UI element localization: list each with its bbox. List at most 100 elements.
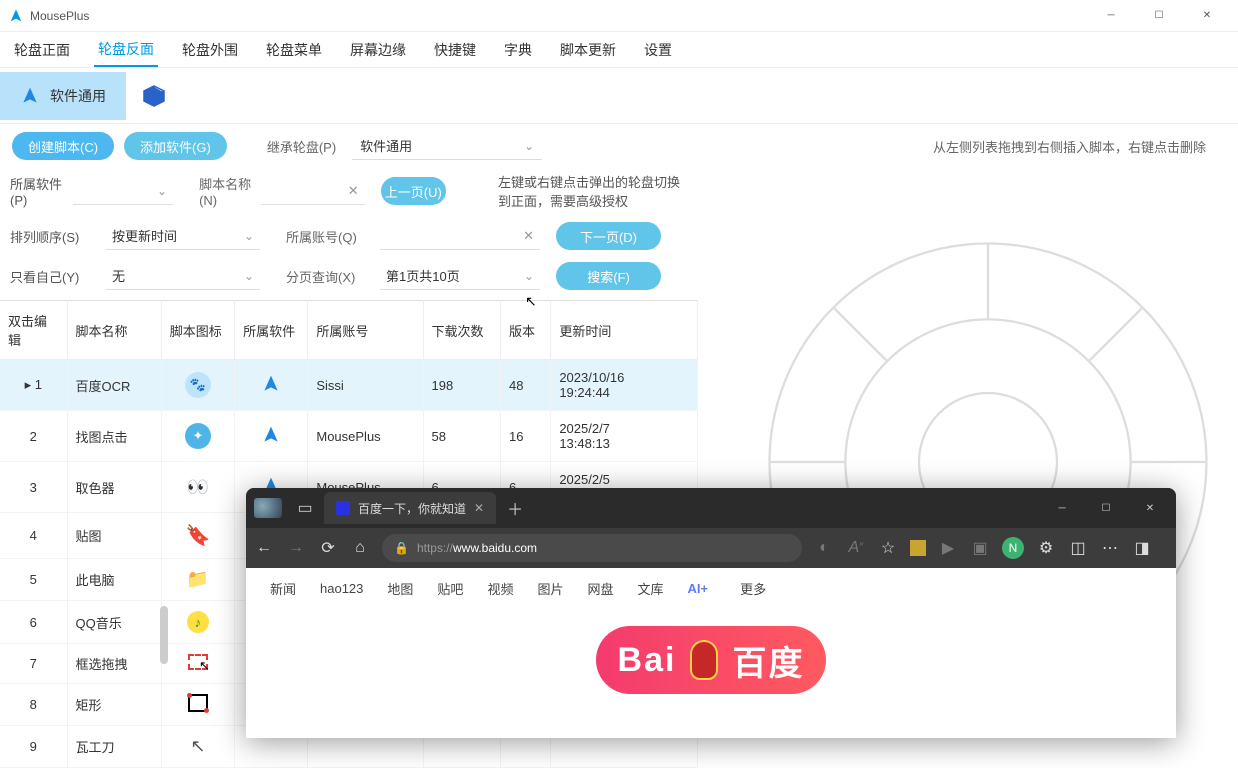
script-name-cell: 取色器: [67, 462, 161, 513]
sort-dropdown[interactable]: 按更新时间⌄: [106, 222, 260, 250]
text-size-icon[interactable]: A»: [846, 539, 866, 557]
updated-cell: 2025/2/713:48:13: [551, 411, 698, 462]
baidu-nav-ai[interactable]: AI+: [688, 581, 709, 596]
baidu-logo[interactable]: Bai 百度: [596, 626, 826, 694]
script-name-cell: 此电脑: [67, 559, 161, 601]
wheel-hint: 左键或右键点击弹出的轮盘切换到正面，需要高级授权: [498, 172, 692, 210]
baidu-nav-more[interactable]: 更多: [740, 579, 766, 598]
extension-n-icon[interactable]: N: [1002, 537, 1024, 559]
col-header[interactable]: 脚本名称: [67, 301, 161, 360]
tab-software-label: 软件通用: [50, 86, 106, 106]
home-icon[interactable]: ⌂: [350, 539, 370, 557]
script-name-cell: 贴图: [67, 513, 161, 559]
script-name-input[interactable]: ✕: [261, 177, 365, 205]
menu-item-1[interactable]: 轮盘反面: [94, 33, 158, 67]
script-icon-cell: 📁: [161, 559, 234, 601]
col-header[interactable]: 脚本图标: [161, 301, 234, 360]
back-icon[interactable]: ←: [254, 539, 274, 557]
menu-item-0[interactable]: 轮盘正面: [10, 34, 74, 66]
split-icon[interactable]: ◫: [1068, 538, 1088, 558]
lock-icon: 🔒: [394, 541, 409, 555]
row-index: 9: [0, 726, 67, 768]
script-icon-cell: 🐾: [161, 360, 234, 411]
table-row[interactable]: 2找图点击✦MousePlus58162025/2/713:48:13: [0, 411, 698, 462]
baidu-nav-item[interactable]: 新闻: [270, 579, 296, 598]
browser-profile-icon[interactable]: [254, 498, 282, 518]
sidebar-icon[interactable]: ◨: [1132, 538, 1152, 558]
browser-minimize-button[interactable]: ─: [1040, 493, 1084, 523]
menu-item-2[interactable]: 轮盘外围: [178, 34, 242, 66]
baidu-nav-item[interactable]: 地图: [387, 579, 413, 598]
next-page-button[interactable]: 下一页(D): [556, 222, 661, 250]
baidu-nav-item[interactable]: 图片: [537, 579, 563, 598]
scrollbar-thumb[interactable]: [160, 606, 168, 664]
play-icon[interactable]: ▶: [938, 538, 958, 558]
col-header[interactable]: 双击编辑: [0, 301, 67, 360]
account-input[interactable]: ✕: [380, 222, 540, 250]
tab-software-universal[interactable]: 软件通用: [0, 72, 126, 120]
menu-item-7[interactable]: 脚本更新: [556, 34, 620, 66]
version-cell: 16: [501, 411, 551, 462]
chevron-down-icon: ⌄: [244, 269, 254, 283]
add-software-button[interactable]: 添加软件(G): [124, 132, 227, 160]
baidu-nav-item[interactable]: 文库: [637, 579, 663, 598]
clear-icon[interactable]: ✕: [523, 228, 534, 244]
tracking-icon[interactable]: ◐: [814, 539, 834, 557]
collections-icon[interactable]: ▣: [970, 538, 990, 558]
prev-page-button[interactable]: 上一页(U): [381, 177, 446, 205]
table-row[interactable]: ▸ 1百度OCR🐾Sissi198482023/10/1619:24:44: [0, 360, 698, 411]
row-index: 4: [0, 513, 67, 559]
new-tab-button[interactable]: ＋: [500, 493, 530, 523]
menu-item-4[interactable]: 屏幕边缘: [346, 34, 410, 66]
pagination-dropdown[interactable]: 第1页共10页⌄: [380, 262, 540, 290]
refresh-icon[interactable]: ⟳: [318, 538, 338, 558]
software-filter-dropdown[interactable]: ⌄: [73, 177, 173, 205]
favorite-icon[interactable]: ☆: [878, 538, 898, 558]
chevron-down-icon: ⌄: [524, 269, 534, 283]
col-header[interactable]: 所属软件: [235, 301, 308, 360]
col-header[interactable]: 所属账号: [308, 301, 423, 360]
arrow-icon: [20, 86, 40, 106]
clear-icon[interactable]: ✕: [348, 183, 359, 199]
baidu-nav-item[interactable]: hao123: [320, 581, 363, 596]
browser-close-button[interactable]: ✕: [1128, 493, 1172, 523]
main-menu: 轮盘正面轮盘反面轮盘外围轮盘菜单屏幕边缘快捷键字典脚本更新设置: [0, 32, 1238, 68]
script-name-cell: 百度OCR: [67, 360, 161, 411]
context-tabs: 软件通用: [0, 68, 1238, 124]
col-header[interactable]: 下载次数: [423, 301, 501, 360]
downloads-cell: 198: [423, 360, 501, 411]
maximize-button[interactable]: ☐: [1136, 1, 1182, 31]
baidu-nav-item[interactable]: 贴吧: [437, 579, 463, 598]
search-button[interactable]: 搜索(F): [556, 262, 661, 290]
row-index: 3: [0, 462, 67, 513]
extension-l-icon[interactable]: [910, 540, 926, 556]
close-button[interactable]: ✕: [1184, 1, 1230, 31]
tab-sketchup[interactable]: [126, 72, 182, 120]
self-only-dropdown[interactable]: 无⌄: [106, 262, 260, 290]
tab-close-icon[interactable]: ✕: [474, 501, 484, 515]
chevron-down-icon: ⌄: [157, 184, 167, 198]
browser-tab[interactable]: 百度一下，你就知道 ✕: [324, 492, 496, 524]
self-only-label: 只看自己(Y): [10, 267, 98, 286]
inherit-dropdown[interactable]: 软件通用 ⌄: [352, 132, 542, 160]
create-script-button[interactable]: 创建脚本(C): [12, 132, 114, 160]
baidu-nav-item[interactable]: 视频: [487, 579, 513, 598]
script-icon-cell: ↖: [161, 644, 234, 684]
lantern-icon: [690, 640, 718, 680]
menu-item-3[interactable]: 轮盘菜单: [262, 34, 326, 66]
pagination-label: 分页查询(X): [286, 267, 372, 286]
forward-icon[interactable]: →: [286, 539, 306, 557]
minimize-button[interactable]: ─: [1088, 1, 1134, 31]
menu-item-6[interactable]: 字典: [500, 34, 536, 66]
menu-item-5[interactable]: 快捷键: [430, 34, 480, 66]
col-header[interactable]: 更新时间: [551, 301, 698, 360]
baidu-nav-item[interactable]: 网盘: [587, 579, 613, 598]
account-cell: Sissi: [308, 360, 423, 411]
menu-item-8[interactable]: 设置: [640, 34, 676, 66]
extensions-icon[interactable]: ⚙: [1036, 538, 1056, 558]
address-bar[interactable]: 🔒 https://www.baidu.com: [382, 534, 802, 562]
browser-maximize-button[interactable]: ☐: [1084, 493, 1128, 523]
more-icon[interactable]: ⋯: [1100, 538, 1120, 558]
col-header[interactable]: 版本: [501, 301, 551, 360]
workspaces-icon[interactable]: ▭: [290, 493, 320, 523]
